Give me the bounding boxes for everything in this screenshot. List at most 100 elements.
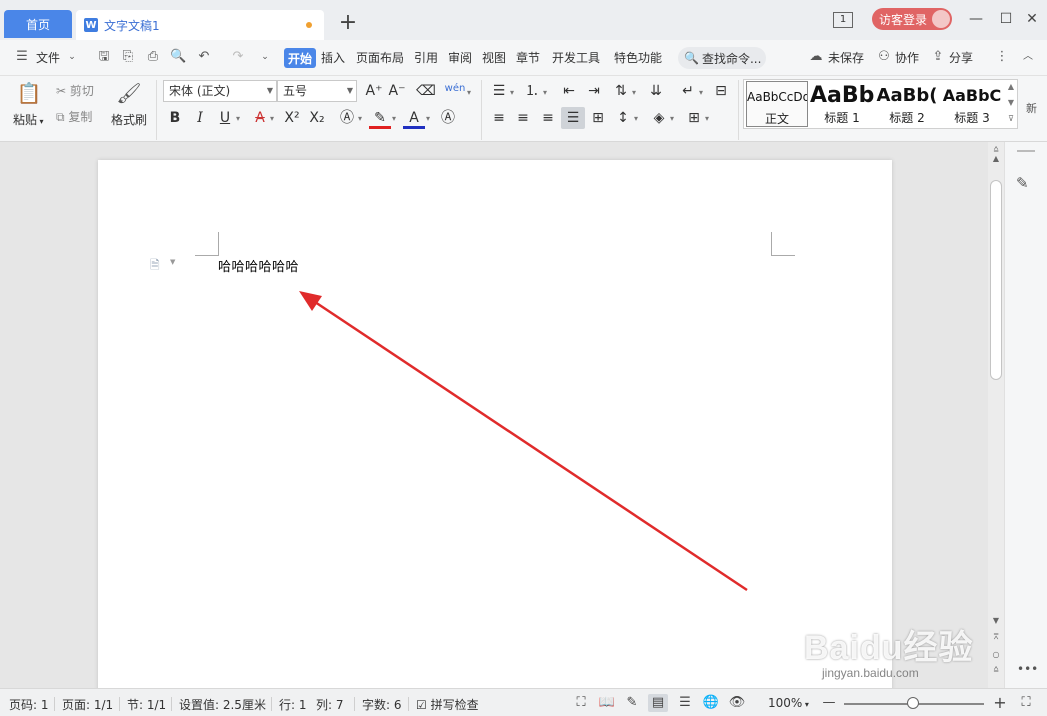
chevron-down-icon[interactable]: ▼ (170, 258, 175, 266)
font-color-icon[interactable]: A (403, 107, 425, 129)
text-direction-icon[interactable]: ⇅ (610, 80, 632, 102)
menu-review[interactable]: 审阅 (448, 49, 472, 67)
chevron-down-icon[interactable]: ▾ (543, 88, 547, 97)
borders-icon[interactable]: ⊞ (683, 107, 705, 129)
outline-view-icon[interactable]: ☰ (675, 694, 695, 712)
chevron-down-icon[interactable]: ▾ (510, 88, 514, 97)
status-section[interactable]: 节: 1/1 (127, 696, 166, 713)
collapse-ribbon-icon[interactable]: ︿ (1020, 49, 1036, 65)
paste-icon[interactable]: 📋 (16, 80, 42, 106)
chevron-down-icon[interactable]: ▾ (634, 114, 638, 123)
menu-file[interactable]: 文件 (36, 49, 60, 67)
close-icon[interactable]: ✕ (1022, 10, 1042, 28)
zoom-slider-knob[interactable] (907, 697, 919, 709)
print-preview-icon[interactable]: 🔍 (170, 49, 186, 65)
highlight-icon[interactable]: ✎ (369, 107, 391, 129)
chevron-down-icon[interactable]: ▾ (358, 114, 362, 123)
chevron-down-icon[interactable]: ▾ (392, 114, 396, 123)
minimize-icon[interactable]: — (966, 10, 986, 28)
menu-developer[interactable]: 开发工具 (552, 49, 600, 67)
redo-icon[interactable]: ↷ (230, 49, 246, 65)
collab-button[interactable]: 协作 (895, 49, 919, 67)
save-icon[interactable]: 🖫 (96, 49, 112, 65)
paste-button[interactable]: 粘贴 ▾ (13, 111, 44, 128)
status-page-number[interactable]: 页码: 1 (9, 696, 49, 713)
chevron-down-icon[interactable]: ▾ (236, 114, 240, 123)
window-count-badge[interactable]: 1 (833, 12, 853, 28)
zoom-in-icon[interactable]: + (990, 694, 1010, 712)
align-left-icon[interactable]: ≡ (488, 107, 510, 129)
gallery-down-icon[interactable]: ▼ (1005, 98, 1017, 107)
zoom-out-icon[interactable]: — (819, 694, 839, 712)
shading-icon[interactable]: ◈ (648, 107, 670, 129)
tab-document[interactable]: W 文字文稿1 (76, 10, 324, 40)
clear-format-icon[interactable]: ⌫ (415, 80, 437, 102)
gallery-up-icon[interactable]: ▲ (1005, 82, 1017, 91)
tab-home[interactable]: 首页 (4, 10, 72, 38)
sort-icon[interactable]: ⇊ (645, 80, 667, 102)
copy-button[interactable]: ⧉ 复制 (56, 108, 92, 126)
spellcheck-button[interactable]: ☑ 拼写检查 (416, 696, 479, 713)
text-effect-icon[interactable]: Ⓐ (336, 107, 358, 129)
chevron-down-icon[interactable]: ▾ (705, 114, 709, 123)
new-tab-button[interactable]: + (336, 12, 360, 36)
superscript-icon[interactable]: X² (281, 107, 303, 129)
paragraph-handle-icon[interactable]: 🗎 (150, 256, 160, 277)
subscript-icon[interactable]: X₂ (306, 107, 328, 129)
chevron-down-icon[interactable]: ▾ (426, 114, 430, 123)
style-heading-2[interactable]: AaBb( 标题 2 (876, 81, 938, 127)
style-heading-3[interactable]: AaBbC 标题 3 (940, 81, 1004, 127)
edit-pen-icon[interactable]: ✎ (1016, 174, 1029, 192)
numbering-icon[interactable]: ⒈ (521, 80, 543, 102)
tab-ruler-icon[interactable]: ⊟ (710, 80, 732, 102)
undo-icon[interactable]: ↶ (196, 49, 212, 65)
increase-indent-icon[interactable]: ⇥ (583, 80, 605, 102)
chevron-down-icon[interactable]: ▾ (632, 88, 636, 97)
scroll-thumb[interactable] (990, 180, 1002, 380)
menu-start[interactable]: 开始 (284, 48, 316, 68)
status-row[interactable]: 行: 1 (279, 696, 307, 713)
distributed-icon[interactable]: ⊞ (587, 107, 609, 129)
export-icon[interactable]: ⎘ (120, 49, 136, 65)
format-painter-icon[interactable]: 🖌 (116, 80, 142, 106)
status-setting[interactable]: 设置值: 2.5厘米 (179, 696, 266, 713)
chevron-down-icon[interactable]: ▾ (699, 88, 703, 97)
shrink-font-icon[interactable]: A⁻ (386, 80, 408, 102)
font-size-select[interactable]: 五号 ▼ (277, 80, 357, 102)
char-border-icon[interactable]: Ⓐ (437, 107, 459, 129)
chevron-down-icon[interactable]: ▾ (467, 88, 471, 97)
cut-button[interactable]: ✂ 剪切 (56, 82, 94, 100)
login-button[interactable]: 访客登录 (872, 8, 952, 30)
font-name-select[interactable]: 宋体 (正文) ▼ (163, 80, 277, 102)
zoom-level[interactable]: 100% ▾ (768, 696, 809, 710)
decrease-indent-icon[interactable]: ⇤ (558, 80, 580, 102)
hamburger-icon[interactable]: ☰ (14, 49, 30, 65)
status-col[interactable]: 列: 7 (316, 696, 344, 713)
new-style-button[interactable]: 新 (1026, 100, 1037, 116)
style-heading-1[interactable]: AaBb 标题 1 (810, 81, 874, 127)
status-page-count[interactable]: 页面: 1/1 (62, 696, 113, 713)
menu-insert[interactable]: 插入 (321, 49, 345, 67)
strikethrough-icon[interactable]: A (249, 107, 271, 129)
gallery-expand-icon[interactable]: ⊽ (1005, 114, 1017, 123)
share-button[interactable]: 分享 (949, 49, 973, 67)
grow-font-icon[interactable]: A⁺ (363, 80, 385, 102)
menu-references[interactable]: 引用 (414, 49, 438, 67)
chevron-down-icon[interactable]: ⌄ (64, 49, 80, 65)
underline-icon[interactable]: U (214, 107, 236, 129)
page[interactable]: 🗎 ▼ 哈哈哈哈哈哈 (98, 160, 892, 688)
align-right-icon[interactable]: ≡ (537, 107, 559, 129)
maximize-icon[interactable]: ☐ (996, 10, 1016, 28)
more-icon[interactable]: ⋮ (994, 49, 1010, 65)
document-text[interactable]: 哈哈哈哈哈哈 (218, 256, 299, 275)
phonetic-guide-icon[interactable]: wén (444, 78, 466, 100)
menu-view[interactable]: 视图 (482, 49, 506, 67)
menu-layout[interactable]: 页面布局 (356, 49, 404, 67)
chevron-down-icon[interactable]: ▾ (270, 114, 274, 123)
scroll-up-icon[interactable]: ▲ (988, 154, 1004, 163)
line-break-icon[interactable]: ↵ (677, 80, 699, 102)
menu-features[interactable]: 特色功能 (614, 49, 662, 67)
format-painter-button[interactable]: 格式刷 (111, 111, 147, 128)
print-icon[interactable]: ⎙ (145, 49, 161, 65)
quick-access-dropdown-icon[interactable]: ⌄ (257, 49, 273, 65)
